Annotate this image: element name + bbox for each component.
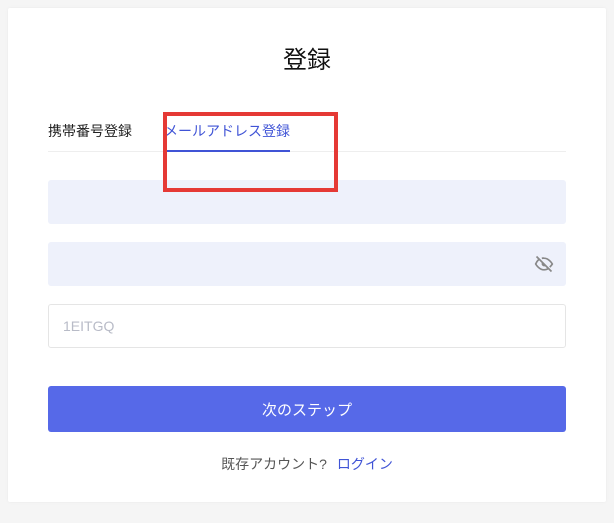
tab-phone[interactable]: 携帯番号登録	[48, 111, 132, 151]
tab-email[interactable]: メールアドレス登録	[164, 111, 290, 151]
register-card: 登録 携帯番号登録 メールアドレス登録 次のステップ 既存アカウント? ログイン	[8, 8, 606, 502]
email-field-wrap	[48, 180, 566, 224]
eye-off-icon[interactable]	[534, 254, 554, 274]
code-field[interactable]	[48, 304, 566, 348]
code-field-wrap	[48, 304, 566, 348]
page-title: 登録	[48, 40, 566, 75]
email-field[interactable]	[48, 180, 566, 224]
existing-account-label: 既存アカウント?	[221, 456, 327, 472]
password-field-wrap	[48, 242, 566, 286]
next-step-button[interactable]: 次のステップ	[48, 386, 566, 432]
footer-row: 既存アカウント? ログイン	[48, 454, 566, 474]
login-link[interactable]: ログイン	[337, 456, 393, 472]
password-field[interactable]	[48, 242, 566, 286]
register-tabs: 携帯番号登録 メールアドレス登録	[48, 111, 566, 152]
